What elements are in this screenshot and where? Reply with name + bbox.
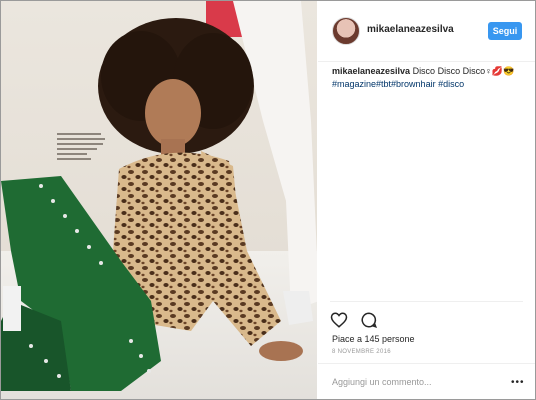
post-caption: mikaelaneazesilva Disco Disco Disco♀💋😎 #… (332, 65, 527, 91)
caption-hashtags[interactable]: #magazine#tbt#brownhair #disco (332, 79, 464, 89)
model-figure (1, 1, 317, 391)
comment-icon[interactable] (360, 311, 380, 331)
comment-input[interactable]: Aggiungi un commento... (332, 377, 432, 387)
actions-divider (330, 301, 523, 302)
likes-count[interactable]: Piace a 145 persone (332, 334, 415, 344)
avatar[interactable] (332, 17, 360, 45)
post-header: mikaelaneazesilva Segui (318, 1, 535, 61)
post-details-panel: mikaelaneazesilva Segui mikaelaneazesilv… (318, 1, 535, 399)
header-divider (318, 61, 535, 62)
comment-divider (318, 363, 535, 364)
caption-username[interactable]: mikaelaneazesilva (332, 66, 410, 76)
username-link[interactable]: mikaelaneazesilva (367, 24, 454, 35)
caption-text: Disco Disco Disco♀💋😎 (410, 66, 515, 76)
post-frame: mikaelaneazesilva Segui mikaelaneazesilv… (0, 0, 536, 400)
post-date: 8 NOVEMBRE 2016 (332, 349, 391, 355)
heart-icon[interactable] (330, 311, 350, 331)
post-actions (330, 311, 386, 331)
follow-button[interactable]: Segui (488, 22, 522, 40)
more-options-icon[interactable]: ••• (511, 377, 525, 388)
post-image[interactable] (1, 1, 317, 399)
